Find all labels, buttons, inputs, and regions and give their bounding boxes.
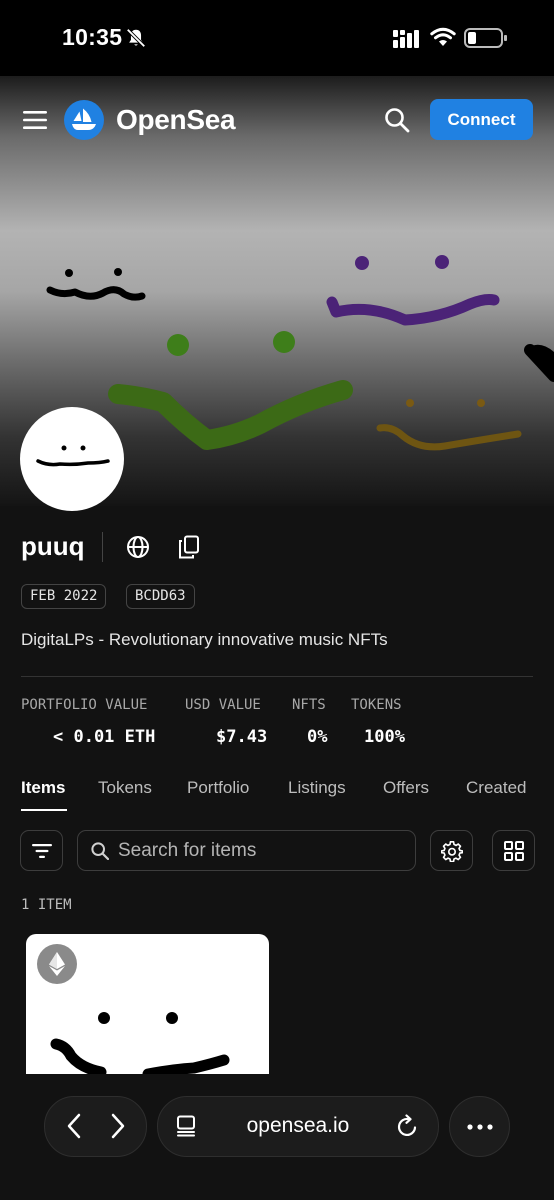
wifi-icon [430, 27, 456, 46]
tab-items[interactable]: Items [21, 778, 65, 798]
status-time: 10:35 [62, 24, 123, 50]
joined-date-tag: FEB 2022 [21, 584, 107, 609]
battery-icon [464, 28, 507, 48]
active-tab-indicator [21, 809, 67, 811]
grid-view-button[interactable] [492, 830, 535, 871]
nft-card[interactable] [26, 934, 269, 1074]
stat-label-nfts: NFTS [292, 697, 326, 713]
copy-icon[interactable] [178, 535, 200, 559]
search-icon[interactable] [384, 107, 410, 133]
stat-label-portfolio-value: PORTFOLIO VALUE [21, 697, 148, 713]
opensea-logo[interactable]: OpenSea [64, 100, 236, 140]
filter-button[interactable] [20, 830, 63, 871]
more-icon [466, 1123, 493, 1130]
tab-listings[interactable]: Listings [288, 778, 346, 798]
profile-bio: DigitaLPs - Revolutionary innovative mus… [21, 630, 388, 649]
signal-icon [393, 30, 419, 48]
stat-value-usd-value: $7.43 [216, 727, 268, 747]
status-bar: 10:35 [0, 0, 554, 76]
tab-created[interactable]: Created [466, 778, 526, 798]
chevron-left-icon [67, 1113, 81, 1139]
forward-button[interactable] [99, 1107, 137, 1145]
search-icon [91, 842, 109, 860]
url-bar[interactable]: opensea.io [157, 1096, 439, 1157]
settings-button[interactable] [430, 830, 473, 871]
bell-off-icon [126, 28, 146, 48]
reload-icon[interactable] [396, 1114, 418, 1138]
divider [102, 532, 103, 562]
ethereum-icon [49, 952, 65, 976]
connect-button[interactable]: Connect [430, 99, 533, 140]
tab-tokens[interactable]: Tokens [98, 778, 152, 798]
globe-icon[interactable] [126, 535, 150, 559]
stat-label-tokens: TOKENS [351, 697, 402, 713]
navigation-buttons [44, 1096, 147, 1157]
address-tag[interactable]: BCDD63 [126, 584, 195, 609]
chevron-right-icon [111, 1113, 125, 1139]
avatar [20, 407, 124, 511]
avatar-artwork [36, 445, 110, 467]
menu-icon[interactable] [22, 110, 50, 130]
tab-offers[interactable]: Offers [383, 778, 429, 798]
item-count: 1 ITEM [21, 897, 72, 913]
divider [21, 676, 533, 677]
stat-label-usd-value: USD VALUE [185, 697, 261, 713]
stat-value-portfolio-value: < 0.01 ETH [53, 727, 156, 747]
grid-icon [503, 840, 524, 861]
more-options-button[interactable] [449, 1096, 510, 1157]
stat-value-nfts: 0% [307, 727, 328, 747]
gear-icon [440, 840, 463, 862]
logo-text: OpenSea [116, 104, 236, 135]
search-input[interactable] [118, 831, 398, 870]
opensea-logo-icon [64, 100, 104, 140]
ethereum-badge [37, 944, 77, 984]
stat-value-tokens: 100% [364, 727, 405, 747]
filter-icon [31, 843, 52, 858]
search-box[interactable] [77, 830, 416, 871]
back-button[interactable] [55, 1107, 93, 1145]
profile-name: puuq [21, 531, 85, 561]
tab-portfolio[interactable]: Portfolio [187, 778, 249, 798]
